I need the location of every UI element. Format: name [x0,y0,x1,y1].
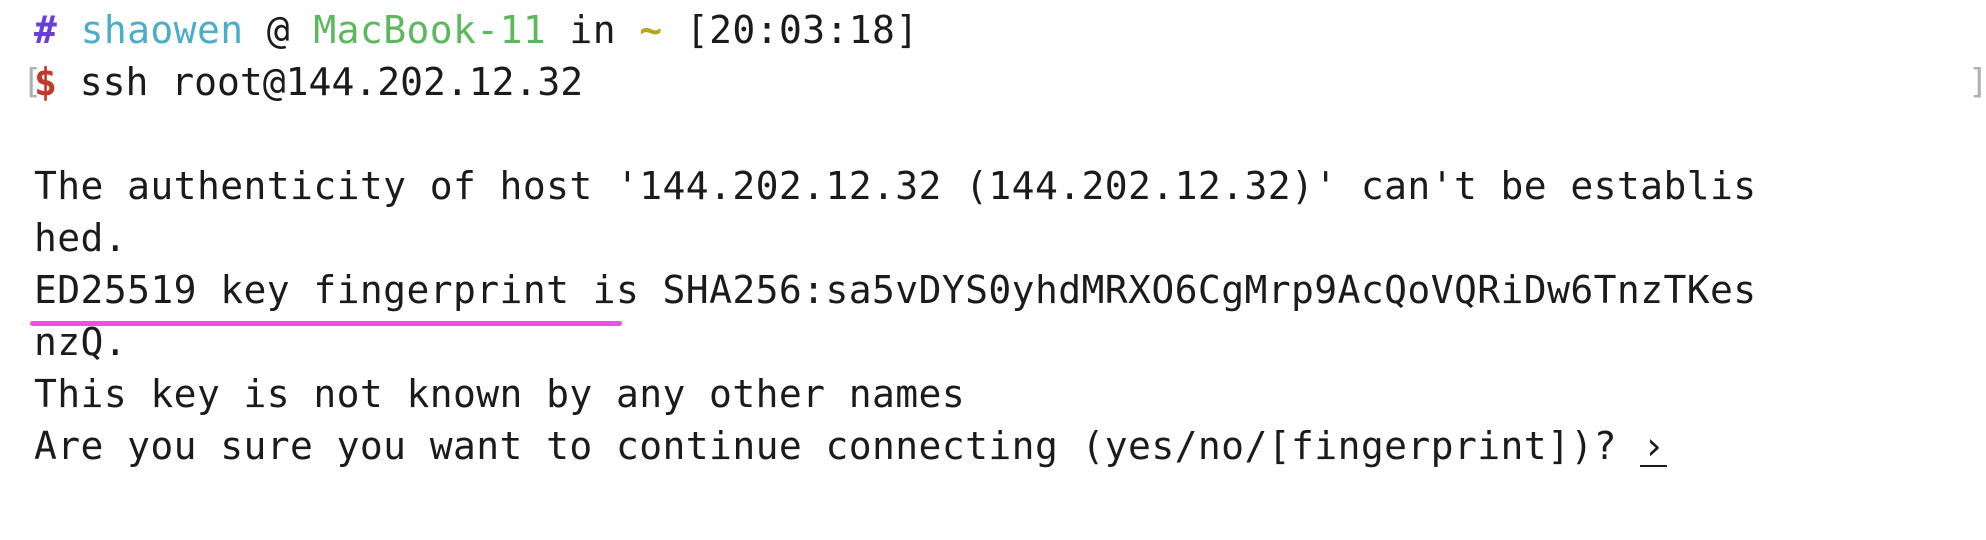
prompt-time: [20:03:18] [685,8,919,52]
command-text: ssh root@144.202.12.32 [79,60,584,104]
command-line: $ ssh root@144.202.12.32 [34,56,583,108]
prompt-line: # shaowen @ MacBook-11 in ~ [20:03:18] [34,4,919,56]
fingerprint-label-highlight: ED25519 key fingerprint [34,268,570,312]
prompt-user: shaowen [80,8,244,52]
fingerprint-value: is SHA256:sa5vDYS0yhdMRXO6CgMrp9AcQoVQRi… [569,268,1757,312]
prompt-host: MacBook-11 [313,8,547,52]
output-line-continue-prompt[interactable]: Are you sure you want to continue connec… [34,420,1668,472]
prompt-hash: # [34,8,58,52]
prompt-at: @ [266,8,291,52]
command-right-bracket: ] [1968,56,1986,108]
output-line-known-names: This key is not known by any other names [34,372,966,416]
output-line-fingerprint: ED25519 key fingerprint is SHA256:sa5vDY… [34,264,1757,316]
prompt-in: in [569,8,616,52]
output-line-authenticity-cont: hed. [34,216,128,260]
terminal-window[interactable]: # shaowen @ MacBook-11 in ~ [20:03:18] [… [0,0,1986,540]
output-line-fingerprint-cont: nzQ. [34,320,128,364]
continue-question: Are you sure you want to continue connec… [34,424,1641,468]
prompt-cwd: ~ [639,8,663,52]
input-cursor-icon[interactable]: › [1640,427,1668,467]
output-line-authenticity: The authenticity of host '144.202.12.32 … [34,164,1757,208]
prompt-dollar: $ [34,60,57,104]
